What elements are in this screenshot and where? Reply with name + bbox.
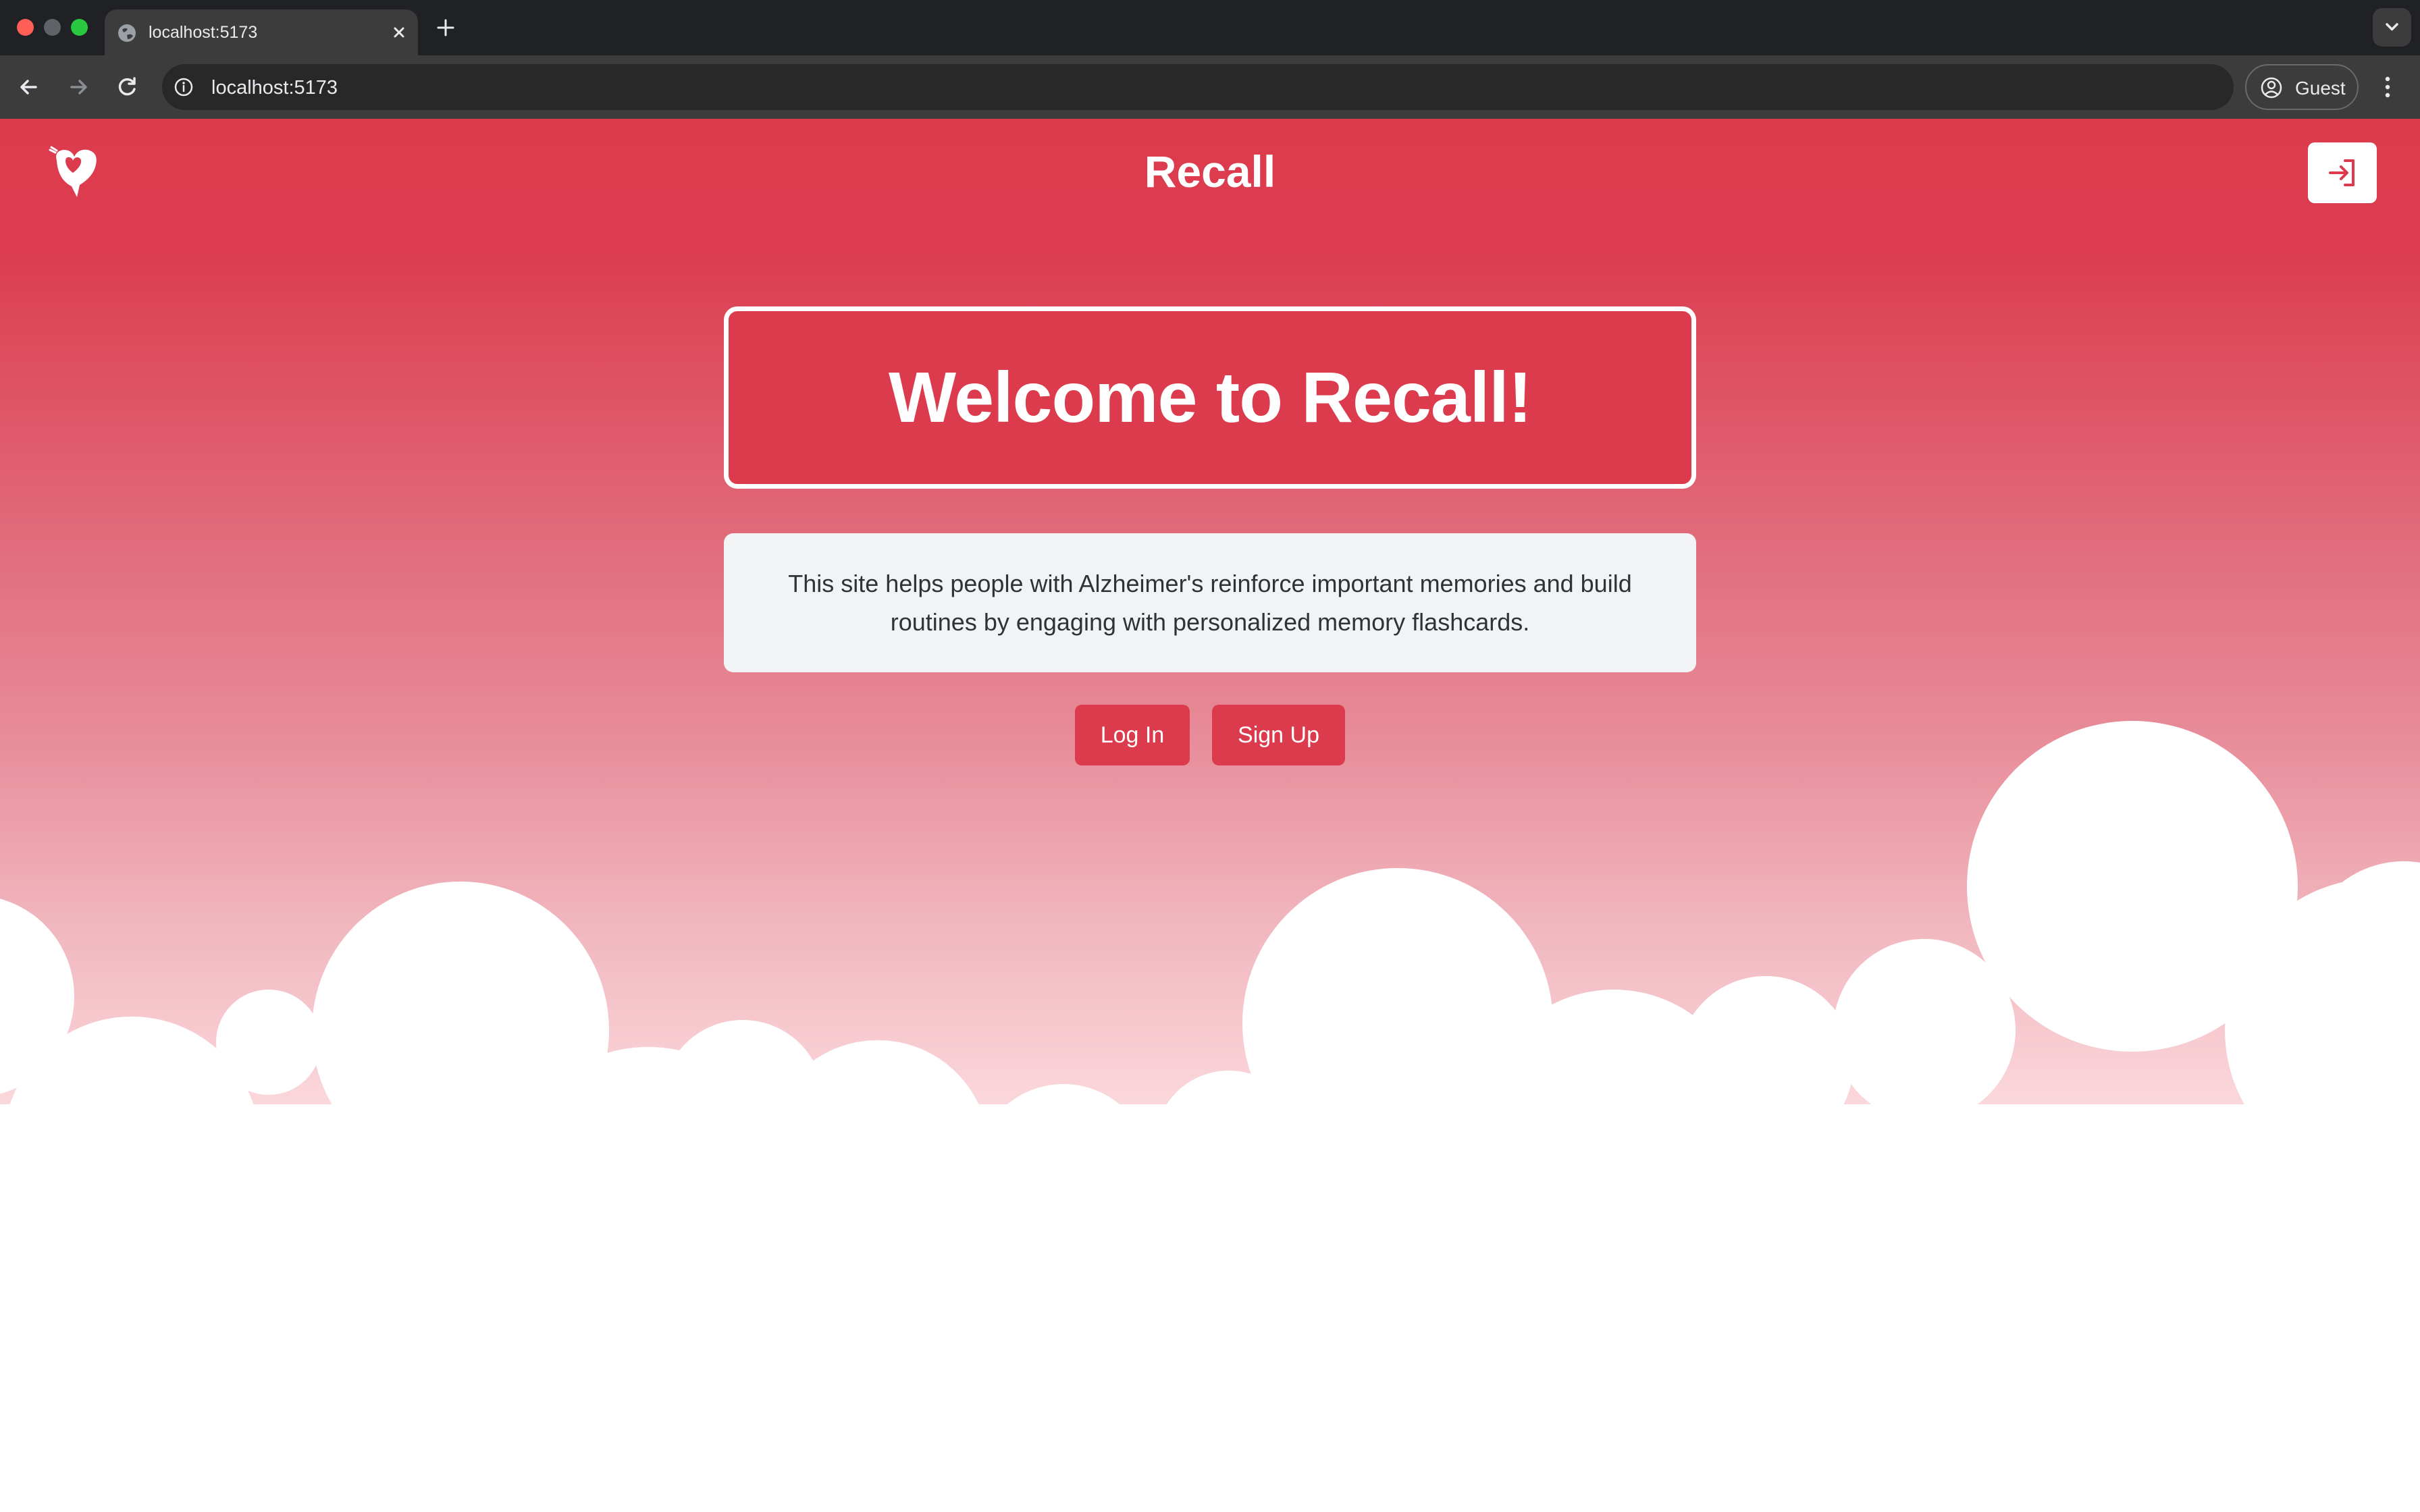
globe-icon xyxy=(118,24,136,42)
window-minimize-button[interactable] xyxy=(44,19,61,36)
browser-tab-strip: localhost:5173 xyxy=(0,0,2420,55)
address-bar[interactable]: localhost:5173 xyxy=(162,64,2234,110)
new-tab-icon[interactable] xyxy=(434,16,457,39)
signup-button[interactable]: Sign Up xyxy=(1212,705,1345,765)
reload-icon[interactable] xyxy=(112,72,143,103)
tab-search-button[interactable] xyxy=(2373,8,2411,47)
welcome-heading: Welcome to Recall! xyxy=(889,357,1532,437)
back-arrow-icon[interactable] xyxy=(14,72,45,103)
welcome-banner: Welcome to Recall! xyxy=(724,306,1696,489)
account-circle-icon xyxy=(2261,77,2282,99)
site-header: Recall xyxy=(0,119,2420,232)
chevron-down-icon xyxy=(2386,23,2398,31)
close-icon[interactable] xyxy=(388,22,410,43)
url-text[interactable]: localhost:5173 xyxy=(211,77,338,99)
window-close-button[interactable] xyxy=(17,19,34,36)
forward-arrow-icon[interactable] xyxy=(63,72,94,103)
window-maximize-button[interactable] xyxy=(71,19,88,36)
description-card: This site helps people with Alzheimer's … xyxy=(724,533,1696,672)
site-title: Recall xyxy=(1144,146,1276,196)
more-options-icon[interactable] xyxy=(2379,72,2396,103)
page-viewport: Recall Welcome to Recall! This site help… xyxy=(0,119,2420,1512)
site-info-icon[interactable] xyxy=(173,76,194,98)
browser-toolbar: localhost:5173 Guest xyxy=(0,55,2420,119)
header-login-button[interactable] xyxy=(2308,142,2377,203)
login-arrow-icon xyxy=(2329,159,2355,186)
description-text: This site helps people with Alzheimer's … xyxy=(788,570,1632,636)
tab-title: localhost:5173 xyxy=(149,23,258,42)
profile-button[interactable]: Guest xyxy=(2245,64,2359,110)
profile-label: Guest xyxy=(2295,78,2346,99)
login-button[interactable]: Log In xyxy=(1075,705,1190,765)
browser-tab[interactable]: localhost:5173 xyxy=(105,9,418,55)
